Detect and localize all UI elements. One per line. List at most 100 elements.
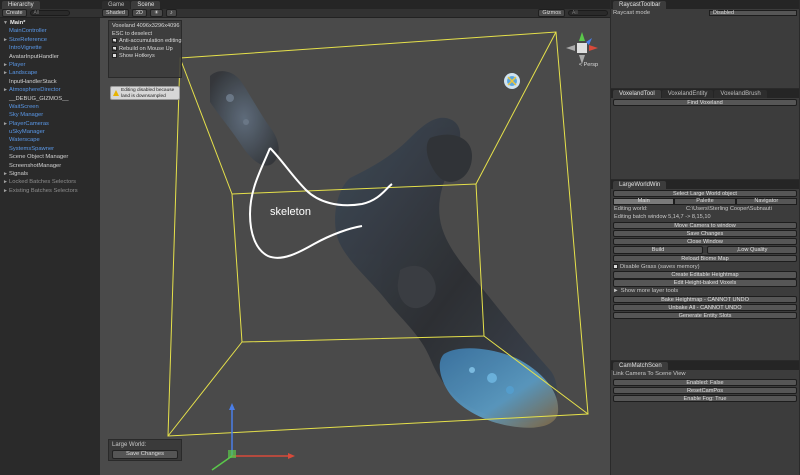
hierarchy-item-label: Landscape: [9, 70, 38, 77]
reload-biome-button[interactable]: Reload Biome Map: [613, 254, 797, 262]
hierarchy-item-label: SizeReference: [9, 36, 48, 43]
scene-viewport[interactable]: Voxeland 4096x3296x4096 ESC to deselect …: [100, 18, 610, 475]
hierarchy-item[interactable]: ► Locked Batches Selectors: [3, 178, 100, 186]
hierarchy-item[interactable]: ► Signals: [3, 170, 100, 178]
scene-save-changes-button[interactable]: Save Changes: [112, 450, 178, 459]
gizmos-dropdown[interactable]: Gizmos: [538, 9, 565, 17]
anti-accum-toggle[interactable]: Anti-accumulation editing: [112, 38, 182, 46]
enabled-toggle-button[interactable]: Enabled: False: [613, 378, 797, 386]
lighting-toggle[interactable]: ☀: [150, 9, 163, 17]
edit-voxels-button[interactable]: Edit Height-baked Voxels: [613, 279, 797, 287]
hierarchy-item-label: IntroVignette: [9, 45, 42, 52]
hierarchy-item[interactable]: SystemsSpawner: [3, 145, 100, 153]
hierarchy-item-label: SystemsSpawner: [9, 145, 55, 152]
hierarchy-item[interactable]: ► Player: [3, 61, 100, 69]
move-camera-button[interactable]: Move Camera to window: [613, 221, 797, 229]
hierarchy-item-label: PlayerCameras: [9, 120, 49, 127]
close-window-button[interactable]: Close Window: [613, 237, 797, 245]
hierarchy-item[interactable]: InputHandlerStack: [3, 78, 100, 86]
hierarchy-item-label: Scene Object Manager: [9, 154, 69, 161]
raycast-mode-dropdown[interactable]: Disabled: [709, 9, 797, 17]
collapsed-arrow-icon[interactable]: ►: [3, 187, 8, 195]
enable-fog-button[interactable]: Enable Fog: True: [613, 394, 797, 402]
collapsed-arrow-icon[interactable]: ►: [3, 36, 8, 44]
hierarchy-item[interactable]: ► AtmosphereDirector: [3, 86, 100, 94]
tab-palette[interactable]: Palette: [674, 198, 736, 205]
tab-voxeland-tool[interactable]: VoxelandTool: [613, 90, 661, 98]
audio-toggle[interactable]: ♪: [165, 9, 177, 17]
tab-raycast[interactable]: RaycastToolbar: [613, 1, 667, 9]
expanded-arrow-icon[interactable]: ▼: [3, 20, 8, 26]
save-changes-button[interactable]: Save Changes: [613, 229, 797, 237]
voxeland-size: Voxeland 4096x3296x4096: [112, 23, 180, 29]
light-gizmo: [504, 73, 520, 89]
tab-scene[interactable]: Scene: [131, 1, 161, 9]
large-world-mode-tabs: Main Palette Navigator: [613, 198, 797, 205]
raycast-mode-row: Raycast mode Disabled: [611, 9, 799, 17]
scene-search-input[interactable]: All: [568, 10, 608, 16]
tab-hierarchy-label: Hierarchy: [8, 2, 34, 8]
tab-large-world[interactable]: LargeWorldWin: [613, 181, 667, 189]
inspector-column: RaycastToolbar Raycast mode Disabled Vox…: [610, 0, 800, 475]
hierarchy-item[interactable]: Sky Manager: [3, 111, 100, 119]
hierarchy-item[interactable]: ► SizeReference: [3, 36, 100, 44]
find-voxeland-button[interactable]: Find Voxeland: [613, 98, 797, 106]
create-heightmap-button[interactable]: Create Editable Heightmap: [613, 271, 797, 279]
hierarchy-item[interactable]: ► Landscape: [3, 69, 100, 77]
disable-grass-label: Disable Grass (saves memory): [620, 263, 700, 270]
transform-gizmo: [211, 403, 295, 471]
tab-main[interactable]: Main: [613, 198, 675, 205]
anti-accum-label: Anti-accumulation editing: [119, 38, 182, 44]
low-quality-button[interactable]: ,Low Quality: [707, 246, 797, 254]
hierarchy-item[interactable]: ► Existing Batches Selectors: [3, 187, 100, 195]
build-row: Build ,Low Quality: [611, 246, 799, 255]
reset-cam-button[interactable]: ResetCamPos: [613, 386, 797, 394]
bake-heightmap-button[interactable]: Bake Heightmap - CANNOT UNDO: [613, 295, 797, 303]
tab-cam-match[interactable]: CamMatchScen: [613, 362, 668, 370]
collapsed-arrow-icon[interactable]: ►: [3, 178, 8, 186]
checkbox-icon: [112, 38, 117, 44]
collapsed-arrow-icon[interactable]: ►: [3, 170, 8, 178]
generate-slots-button[interactable]: Generate Entity Slots: [613, 311, 797, 319]
build-button[interactable]: Build: [613, 246, 703, 254]
raycast-panel: RaycastToolbar Raycast mode Disabled: [611, 0, 799, 88]
hotkeys-toggle[interactable]: Show Hotkeys: [112, 53, 178, 61]
orientation-gizmo[interactable]: [564, 30, 600, 78]
collapsed-arrow-icon[interactable]: ►: [3, 61, 8, 69]
hierarchy-item[interactable]: uSkyManager: [3, 128, 100, 136]
skeleton-label: skeleton: [270, 206, 311, 218]
hierarchy-item[interactable]: __DEBUG_GIZMOS__: [3, 95, 100, 103]
more-tools-foldout[interactable]: ► Show more layer tools: [611, 287, 799, 295]
collapsed-arrow-icon[interactable]: ►: [3, 120, 8, 128]
hierarchy-item[interactable]: IntroVignette: [3, 44, 100, 52]
disable-grass-toggle[interactable]: Disable Grass (saves memory): [611, 263, 799, 271]
batch-window-row: Editing batch window 5,14,7 -> 8,15,10: [611, 214, 799, 222]
hierarchy-item[interactable]: WaitScreen: [3, 103, 100, 111]
shading-mode-dropdown[interactable]: Shaded: [102, 9, 129, 17]
tab-voxeland-entity[interactable]: VoxelandEntity: [661, 90, 714, 98]
collapsed-arrow-icon[interactable]: ►: [3, 86, 8, 94]
tab-game[interactable]: Game: [102, 1, 131, 9]
create-button[interactable]: Create: [2, 9, 27, 17]
tab-hierarchy[interactable]: Hierarchy: [2, 1, 40, 9]
hierarchy-item[interactable]: Waterscape: [3, 136, 100, 144]
tab-voxeland-brush-label: VoxelandBrush: [720, 91, 761, 97]
hierarchy-item[interactable]: Scene Object Manager: [3, 153, 100, 161]
hierarchy-item[interactable]: AvatarInputHandler: [3, 53, 100, 61]
mode-2d-toggle[interactable]: 2D: [131, 9, 147, 17]
select-large-world-button[interactable]: Select Large World object: [613, 189, 797, 197]
hierarchy-item[interactable]: ► PlayerCameras: [3, 120, 100, 128]
tab-navigator[interactable]: Navigator: [735, 198, 797, 205]
large-world-panel: LargeWorldWin Select Large World object …: [611, 180, 799, 360]
hierarchy-search-input[interactable]: All: [29, 10, 70, 16]
hierarchy-item[interactable]: ▼ Main*: [3, 19, 100, 27]
rebuild-toggle[interactable]: Rebuild on Mouse Up: [112, 46, 178, 54]
unbake-all-button[interactable]: Unbake All - CANNOT UNDO: [613, 303, 797, 311]
hierarchy-item[interactable]: ScreenshotManager: [3, 162, 100, 170]
hierarchy-item[interactable]: MainController: [3, 27, 100, 35]
tab-voxeland-brush[interactable]: VoxelandBrush: [714, 90, 767, 98]
checkbox-icon: [613, 264, 618, 269]
hierarchy-item-label: Signals: [9, 171, 29, 178]
collapsed-arrow-icon[interactable]: ►: [3, 69, 8, 77]
persp-label[interactable]: < Persp: [579, 62, 598, 68]
